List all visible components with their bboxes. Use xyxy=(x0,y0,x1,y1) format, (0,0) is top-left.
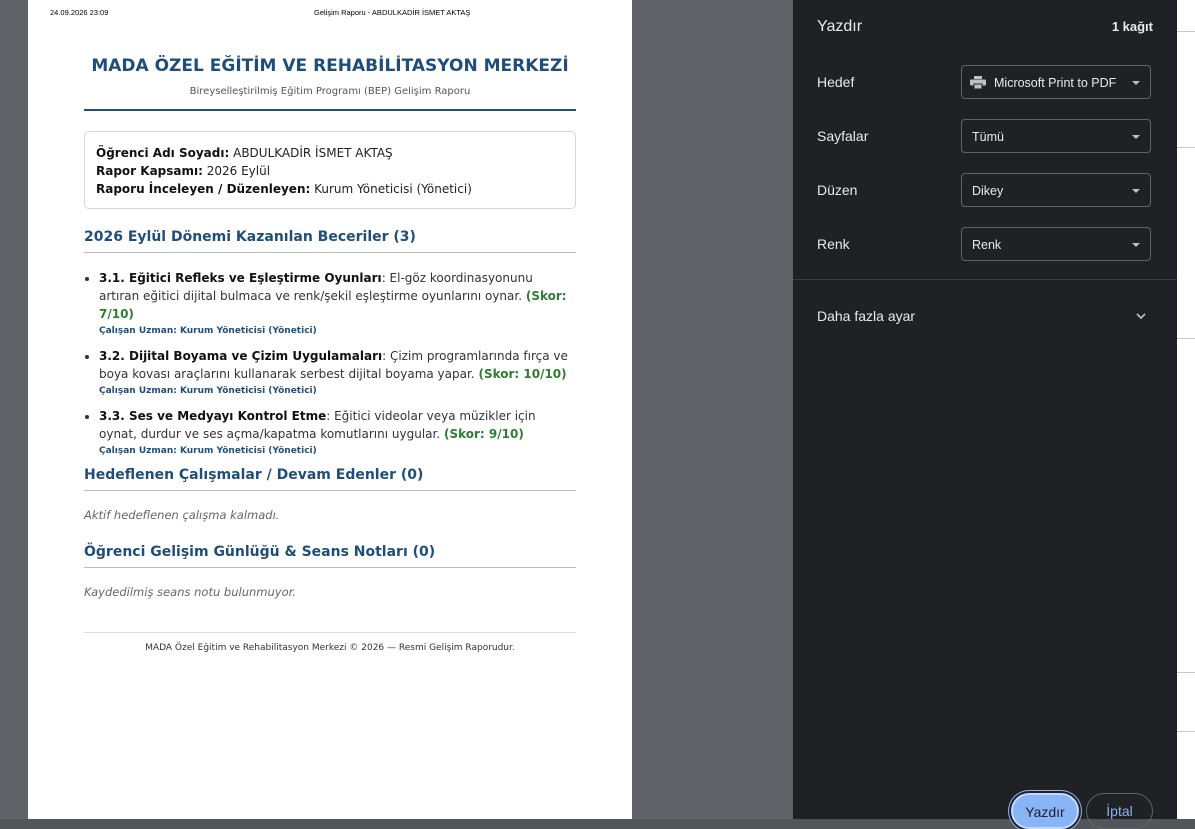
skill-score: (Skor: 9/10) xyxy=(443,427,524,441)
divider xyxy=(1177,338,1195,339)
skill-name: 3.1. Eğitici Refleks ve Eşleştirme Oyunl… xyxy=(99,271,382,285)
destination-label: Hedef xyxy=(817,74,855,90)
student-name-line: Öğrenci Adı Soyadı: ABDULKADİR İSMET AKT… xyxy=(96,144,564,162)
pages-value: Tümü xyxy=(972,130,1004,144)
skill-item: 3.1. Eğitici Refleks ve Eşleştirme Oyunl… xyxy=(99,269,576,337)
chevron-down-icon[interactable] xyxy=(1135,310,1147,322)
print-dialog: Yazdır 1 kağıt Hedef Microsoft Print to … xyxy=(793,0,1177,829)
color-value: Renk xyxy=(972,238,1002,252)
dropdown-arrow-icon xyxy=(1132,243,1140,247)
layout-select[interactable]: Dikey xyxy=(961,173,1151,207)
divider xyxy=(1177,31,1195,32)
report-subtitle: Bireyselleştirilmiş Eğitim Programı (BEP… xyxy=(189,86,471,97)
destination-select[interactable]: Microsoft Print to PDF xyxy=(961,65,1151,99)
skill-expert: Çalışan Uzman: Kurum Yöneticisi (Yönetic… xyxy=(99,446,317,456)
background-page-strip xyxy=(1177,0,1195,819)
skill-name: 3.2. Dijital Boyama ve Çizim Uygulamalar… xyxy=(99,349,383,363)
student-name-label: Öğrenci Adı Soyadı: xyxy=(96,146,230,160)
skill-item: 3.2. Dijital Boyama ve Çizim Uygulamalar… xyxy=(99,347,576,397)
footer-divider xyxy=(84,632,576,633)
reviewer-label: Raporu İnceleyen / Düzenleyen: xyxy=(96,182,311,196)
dropdown-arrow-icon xyxy=(1132,189,1140,193)
layout-value: Dikey xyxy=(972,184,1004,198)
dropdown-arrow-icon xyxy=(1132,135,1140,139)
printer-icon xyxy=(970,76,986,89)
report-scope-line: Rapor Kapsamı: 2026 Eylül xyxy=(96,162,564,180)
dropdown-arrow-icon xyxy=(1132,81,1140,85)
divider xyxy=(1177,672,1195,673)
print-button[interactable]: Yazdır xyxy=(1011,793,1079,829)
report-scope-value: 2026 Eylül xyxy=(206,164,271,178)
report-content: MADA ÖZEL EĞİTİM VE REHABİLİTASYON MERKE… xyxy=(84,56,576,653)
cancel-button[interactable]: İptal xyxy=(1086,793,1153,829)
preview-page: 24.09.2026 23:09 Gelişim Raporu - ABDULK… xyxy=(28,0,632,819)
color-label: Renk xyxy=(817,236,850,252)
student-name-value: ABDULKADİR İSMET AKTAŞ xyxy=(233,146,393,160)
goals-empty-note: Aktif hedeflenen çalışma kalmadı. xyxy=(84,508,280,522)
color-select[interactable]: Renk xyxy=(961,227,1151,261)
dialog-divider xyxy=(793,279,1177,280)
divider xyxy=(1177,731,1195,732)
report-footer: MADA Özel Eğitim ve Rehabilitasyon Merke… xyxy=(145,643,515,653)
header-date: 24.09.2026 23:09 xyxy=(50,8,109,17)
skill-score: (Skor: 10/10) xyxy=(478,367,567,381)
report-title: MADA ÖZEL EĞİTİM VE REHABİLİTASYON MERKE… xyxy=(91,56,569,76)
report-scope-label: Rapor Kapsamı: xyxy=(96,164,203,178)
skills-list: 3.1. Eğitici Refleks ve Eşleştirme Oyunl… xyxy=(84,269,576,457)
title-divider xyxy=(84,109,576,111)
notes-empty-note: Kaydedilmiş seans notu bulunmuyor. xyxy=(84,585,296,599)
divider xyxy=(1177,147,1195,148)
destination-value: Microsoft Print to PDF xyxy=(994,76,1117,90)
goals-heading: Hedeflenen Çalışmalar / Devam Edenler (0… xyxy=(84,467,576,491)
reviewer-value: Kurum Yöneticisi (Yönetici) xyxy=(314,182,472,196)
layout-label: Düzen xyxy=(817,182,858,198)
skill-item: 3.3. Ses ve Medyayı Kontrol Etme: Eğitic… xyxy=(99,407,576,457)
header-document-title: Gelişim Raporu - ABDULKADİR İSMET AKTAŞ xyxy=(314,8,471,17)
dialog-title: Yazdır xyxy=(817,18,863,35)
print-preview-area: 24.09.2026 23:09 Gelişim Raporu - ABDULK… xyxy=(0,0,793,819)
skills-heading: 2026 Eylül Dönemi Kazanılan Beceriler (3… xyxy=(84,229,576,253)
sheet-count: 1 kağıt xyxy=(1111,19,1153,34)
skill-name: 3.3. Ses ve Medyayı Kontrol Etme xyxy=(99,409,327,423)
more-settings-toggle[interactable]: Daha fazla ayar xyxy=(817,308,915,324)
pages-select[interactable]: Tümü xyxy=(961,119,1151,153)
reviewer-line: Raporu İnceleyen / Düzenleyen: Kurum Yön… xyxy=(96,180,564,198)
notes-heading: Öğrenci Gelişim Günlüğü & Seans Notları … xyxy=(84,544,576,568)
pages-label: Sayfalar xyxy=(817,128,869,144)
skill-expert: Çalışan Uzman: Kurum Yöneticisi (Yönetic… xyxy=(99,386,317,396)
skill-expert: Çalışan Uzman: Kurum Yöneticisi (Yönetic… xyxy=(99,326,317,336)
student-info-box: Öğrenci Adı Soyadı: ABDULKADİR İSMET AKT… xyxy=(84,131,576,209)
